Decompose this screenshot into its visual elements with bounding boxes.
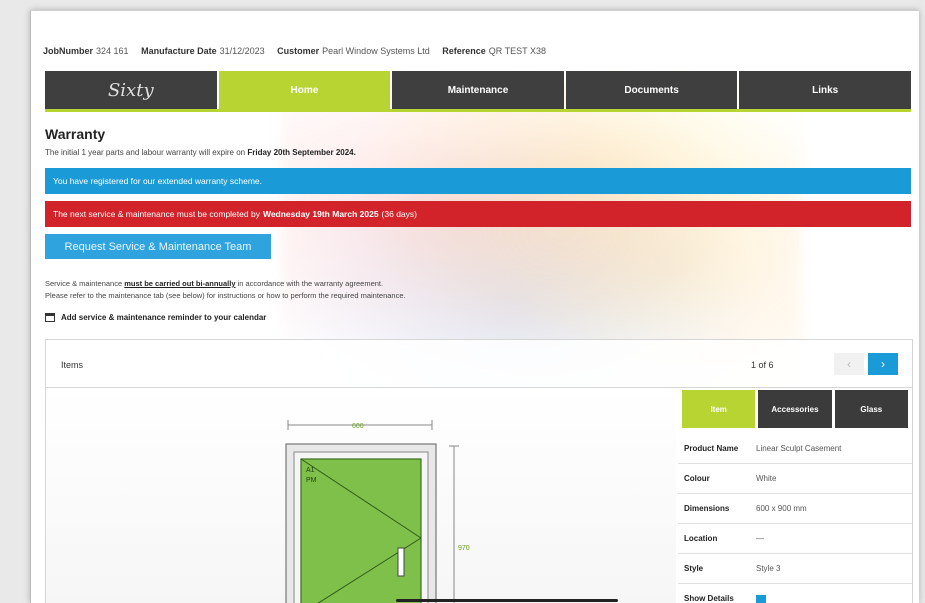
sash-label-2: PM [306,477,317,484]
window-drawing: 600 970 A1 PM [46,388,676,603]
brand-logo[interactable]: Sixty [45,71,217,109]
manufacture-date-label: Manufacture Date [141,46,217,56]
detail-row-show-details[interactable]: Show Details [678,584,912,603]
job-number-value: 324 161 [96,46,129,56]
window-sash [300,458,422,603]
detail-key: Location [684,534,718,543]
tab-home[interactable]: Home [218,71,391,109]
manufacture-date-value: 31/12/2023 [219,46,265,56]
maintenance-note-suffix: in accordance with the warranty agreemen… [237,279,384,288]
detail-row-colour: Colour White [678,464,912,494]
reference-label: Reference [442,46,486,56]
maintenance-instructions: Please refer to the maintenance tab (see… [45,291,406,300]
job-number-label: JobNumber [43,46,94,56]
extended-warranty-alert: You have registered for our extended war… [45,168,911,194]
warranty-expiry-date: Friday 20th September 2024. [247,148,356,157]
service-due-alert: The next service & maintenance must be c… [45,201,911,227]
width-dimension-label: 600 [352,423,364,430]
reference-value: QR TEST X38 [488,46,546,56]
service-due-days: (36 days) [381,209,417,219]
detail-key: Product Name [684,444,739,453]
customer-value: Pearl Window Systems Ltd [322,46,430,56]
tab-links[interactable]: Links [739,71,911,109]
tab-accessories[interactable]: Accessories [758,390,832,428]
items-panel-header: Items 1 of 6 ‹ › [46,340,912,388]
tab-maintenance[interactable]: Maintenance [392,71,564,109]
main-nav: Sixty Home Maintenance Documents Links [45,71,911,112]
detail-key: Colour [684,474,710,483]
detail-value: White [756,474,777,483]
height-dimension-label: 970 [458,545,470,552]
warranty-text-prefix: The initial 1 year parts and labour warr… [45,148,246,157]
maintenance-note-prefix: Service & maintenance [45,279,123,288]
items-label: Items [61,360,84,370]
detail-key: Dimensions [684,504,730,513]
service-due-text: The next service & maintenance must be c… [53,209,260,219]
detail-row-product-name: Product Name Linear Sculpt Casement [678,434,912,464]
item-details: Product Name Linear Sculpt Casement Colo… [678,434,912,603]
warranty-title: Warranty [45,126,106,142]
tab-documents[interactable]: Documents [565,71,738,109]
detail-row-location: Location — [678,524,912,554]
pager-count: 1 of 6 [751,360,774,370]
tab-item[interactable]: Item [682,390,756,428]
chevron-left-icon: ‹ [847,357,851,371]
detail-value: Style 3 [756,564,781,573]
add-to-calendar-link[interactable]: Add service & maintenance reminder to yo… [45,313,266,322]
detail-row-style: Style Style 3 [678,554,912,584]
detail-value: 600 x 900 mm [756,504,807,513]
maintenance-note: Service & maintenance must be carried ou… [45,279,383,288]
request-service-button[interactable]: Request Service & Maintenance Team [45,234,271,259]
next-item-button[interactable]: › [868,353,898,375]
detail-tabs: Item Accessories Glass [678,390,912,428]
window-diagram: 600 970 A1 PM [285,420,470,603]
edit-icon[interactable] [756,594,766,603]
detail-value: Linear Sculpt Casement [756,444,842,453]
calendar-icon [45,313,55,322]
detail-value: — [756,534,764,543]
app-window: JobNumber 324 161 Manufacture Date 31/12/2… [30,10,919,603]
sash-label-1: A1 [306,467,315,474]
items-panel: Items 1 of 6 ‹ › 600 970 A1 PM Item Acce… [45,339,913,603]
warranty-text: The initial 1 year parts and labour warr… [45,148,356,157]
detail-key: Style [684,564,704,573]
job-meta: JobNumber 324 161 Manufacture Date 31/12/2… [43,46,556,56]
add-to-calendar-label: Add service & maintenance reminder to yo… [61,313,267,322]
maintenance-link[interactable]: must be carried out bi-annually [124,279,235,288]
prev-item-button[interactable]: ‹ [834,353,864,375]
chevron-right-icon: › [881,357,885,371]
detail-row-dimensions: Dimensions 600 x 900 mm [678,494,912,524]
service-due-date: Wednesday 19th March 2025 [262,209,379,219]
window-handle [397,547,405,577]
customer-label: Customer [277,46,320,56]
detail-key: Show Details [684,594,734,603]
tab-glass[interactable]: Glass [834,390,908,428]
